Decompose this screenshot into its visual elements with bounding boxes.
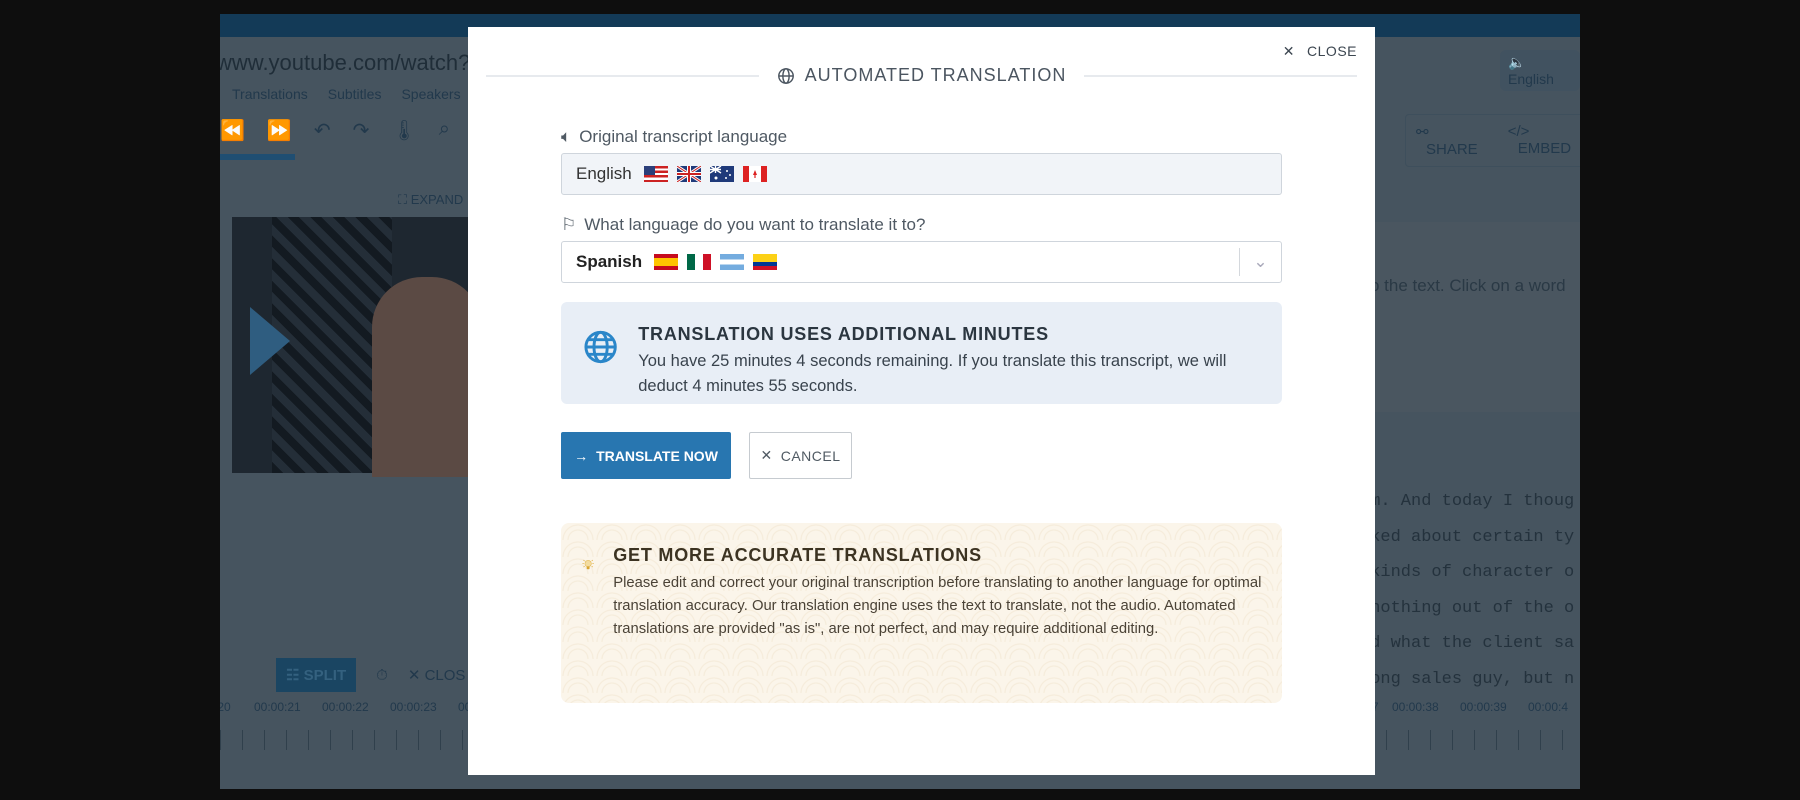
globe-icon [584,330,617,364]
ar-flag-icon [720,254,745,270]
timer-icon[interactable]: ⏱ [376,667,388,684]
minutes-info-box: TRANSLATION USES ADDITIONAL MINUTES You h… [561,302,1282,404]
forward-icon[interactable]: ⏩ [267,118,292,143]
thermometer-icon[interactable]: 🌡 [391,118,416,143]
share-label: SHARE [1426,141,1478,158]
tabs: Translations Subtitles Speakers [232,86,461,102]
flag-outline-icon: ⚐ [561,215,577,234]
search-icon[interactable]: ⌕ [439,118,450,143]
split-label: SPLIT [303,667,347,684]
timeline-label: 00:00:21 [254,700,301,714]
close-icon: ✕ [760,447,773,463]
close-button[interactable]: ✕ CLOSE [1283,43,1357,60]
timeline-label: 00:00:4 [1528,700,1569,714]
cancel-button[interactable]: ✕ CANCEL [749,432,852,479]
tab-speakers[interactable]: Speakers [401,86,460,102]
undo-icon[interactable]: ↶ [314,118,331,143]
timeline-label: 00:00:38 [1392,700,1439,714]
redo-icon[interactable]: ↷ [353,118,370,143]
share-button[interactable]: ⚯ SHARE [1406,115,1498,166]
action-buttons: → TRANSLATE NOW ✕ CANCEL [561,432,1282,479]
toolbar: ⏪ ⏩ ↶ ↷ 🌡 ⌕ [220,118,450,143]
rewind-icon[interactable]: ⏪ [220,118,245,143]
hint-text: o the text. Click on a word [1370,276,1566,295]
timeline-label: :20 [220,700,231,714]
close-icon: ✕ [1282,43,1296,59]
share-embed-group: ⚯ SHARE </> EMBED [1405,114,1580,167]
original-language-label: Original transcript language [579,127,788,146]
language-badge[interactable]: 🔈 English [1500,50,1580,91]
speaker-icon: 🔈︎ [561,127,572,146]
transcript-line[interactable]: nothing out of the o [1360,591,1574,627]
progress-bar [220,154,295,160]
original-language-section: 🔈︎ Original transcript language English [561,126,1282,195]
arrow-right-icon: → [574,447,589,464]
es-flag-icon [654,254,679,270]
transcript[interactable]: om. And today I thoug sked about certain … [1360,484,1574,697]
video-player[interactable] [232,217,482,477]
translate-now-button[interactable]: → TRANSLATE NOW [561,432,731,479]
info-title: TRANSLATION USES ADDITIONAL MINUTES [638,324,1049,344]
embed-label: EMBED [1517,140,1572,157]
mx-flag-icon [687,254,712,270]
tab-subtitles[interactable]: Subtitles [328,86,382,102]
timeline-label: 00:00:39 [1460,700,1507,714]
us-flag-icon [643,166,668,182]
tab-translations[interactable]: Translations [232,86,308,102]
transcript-line[interactable]: kinds of character o [1360,555,1574,591]
chevron-down-icon[interactable]: ⌄ [1239,248,1281,276]
info-text: You have 25 minutes 4 seconds remaining.… [638,352,1227,395]
transcript-line[interactable]: sked about certain ty [1360,520,1574,556]
timeline-label: 00:00:23 [390,700,437,714]
lightbulb-icon [582,559,594,570]
cancel-label: CANCEL [780,447,841,464]
transcript-line[interactable]: om. And today I thoug [1360,484,1574,520]
tip-text: Please edit and correct your original tr… [613,575,1262,637]
original-language-field: English [561,153,1282,195]
original-language-value: English [576,164,632,183]
expand-button[interactable]: ⛶ EXPAND [398,192,463,208]
target-language-label: What language do you want to translate i… [584,215,926,234]
hint-box [1370,222,1580,412]
close-label: CLOSE [1307,43,1357,59]
expand-label: EXPAND [410,192,464,207]
split-bar: ☷ SPLIT ⏱ ✕ CLOS [276,658,465,692]
transcript-line[interactable]: nd what the client sa [1360,626,1574,662]
translate-now-label: TRANSLATE NOW [596,447,718,464]
target-language-value: Spanish [576,252,643,271]
language-badge-label: English [1508,71,1554,87]
ca-flag-icon [742,166,767,182]
translation-modal: ✕ CLOSE AUTOMATED TRANSLATION 🔈︎ Original … [468,27,1375,775]
split-button[interactable]: ☷ SPLIT [276,658,357,692]
close-split-label: CLOS [424,667,466,684]
modal-title: AUTOMATED TRANSLATION [804,65,1067,85]
close-split-button[interactable]: ✕ CLOS [408,666,466,684]
embed-button[interactable]: </> EMBED [1498,115,1580,166]
play-icon[interactable] [250,307,290,375]
globe-icon [777,67,794,84]
au-flag-icon [709,165,734,182]
transcript-line[interactable]: rong sales guy, but n [1360,662,1574,698]
timeline-label: 00:00:22 [322,700,369,714]
tip-title: GET MORE ACCURATE TRANSLATIONS [613,545,982,565]
modal-header: AUTOMATED TRANSLATION [486,65,1358,86]
accuracy-tip-box: GET MORE ACCURATE TRANSLATIONS Please edi… [561,523,1282,703]
uk-flag-icon [675,164,702,184]
target-language-select[interactable]: Spanish ⌄ [561,241,1282,283]
target-language-section: ⚐ What language do you want to translate … [561,214,1282,283]
co-flag-icon [753,254,778,270]
